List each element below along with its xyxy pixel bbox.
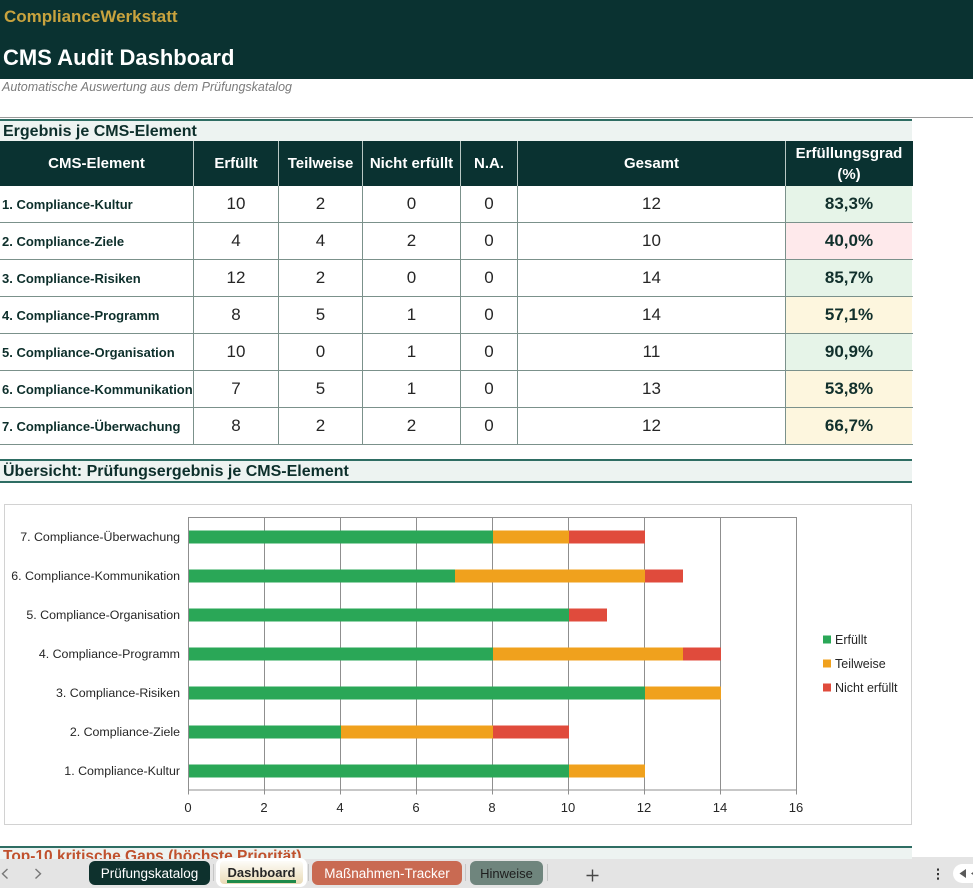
- svg-text:5. Compliance-Organisation: 5. Compliance-Organisation: [26, 608, 180, 622]
- svg-text:4. Compliance-Programm: 4. Compliance-Programm: [39, 647, 180, 661]
- svg-text:6. Compliance-Kommunikation: 6. Compliance-Kommunikation: [11, 569, 180, 583]
- svg-text:2: 2: [260, 800, 267, 815]
- svg-text:3. Compliance-Risiken: 3. Compliance-Risiken: [56, 686, 180, 700]
- svg-text:1. Compliance-Kultur: 1. Compliance-Kultur: [64, 764, 180, 778]
- svg-text:12: 12: [637, 800, 651, 815]
- svg-text:Nicht erfüllt: Nicht erfüllt: [835, 681, 898, 695]
- svg-text:14: 14: [713, 800, 727, 815]
- svg-text:Erfüllt: Erfüllt: [835, 633, 867, 647]
- svg-text:0: 0: [184, 800, 191, 815]
- svg-text:16: 16: [789, 800, 803, 815]
- svg-text:6: 6: [412, 800, 419, 815]
- svg-text:4: 4: [336, 800, 343, 815]
- svg-text:Teilweise: Teilweise: [835, 657, 886, 671]
- svg-text:2. Compliance-Ziele: 2. Compliance-Ziele: [70, 725, 180, 739]
- svg-text:10: 10: [561, 800, 575, 815]
- svg-text:7. Compliance-Überwachung: 7. Compliance-Überwachung: [20, 530, 180, 544]
- svg-text:8: 8: [488, 800, 495, 815]
